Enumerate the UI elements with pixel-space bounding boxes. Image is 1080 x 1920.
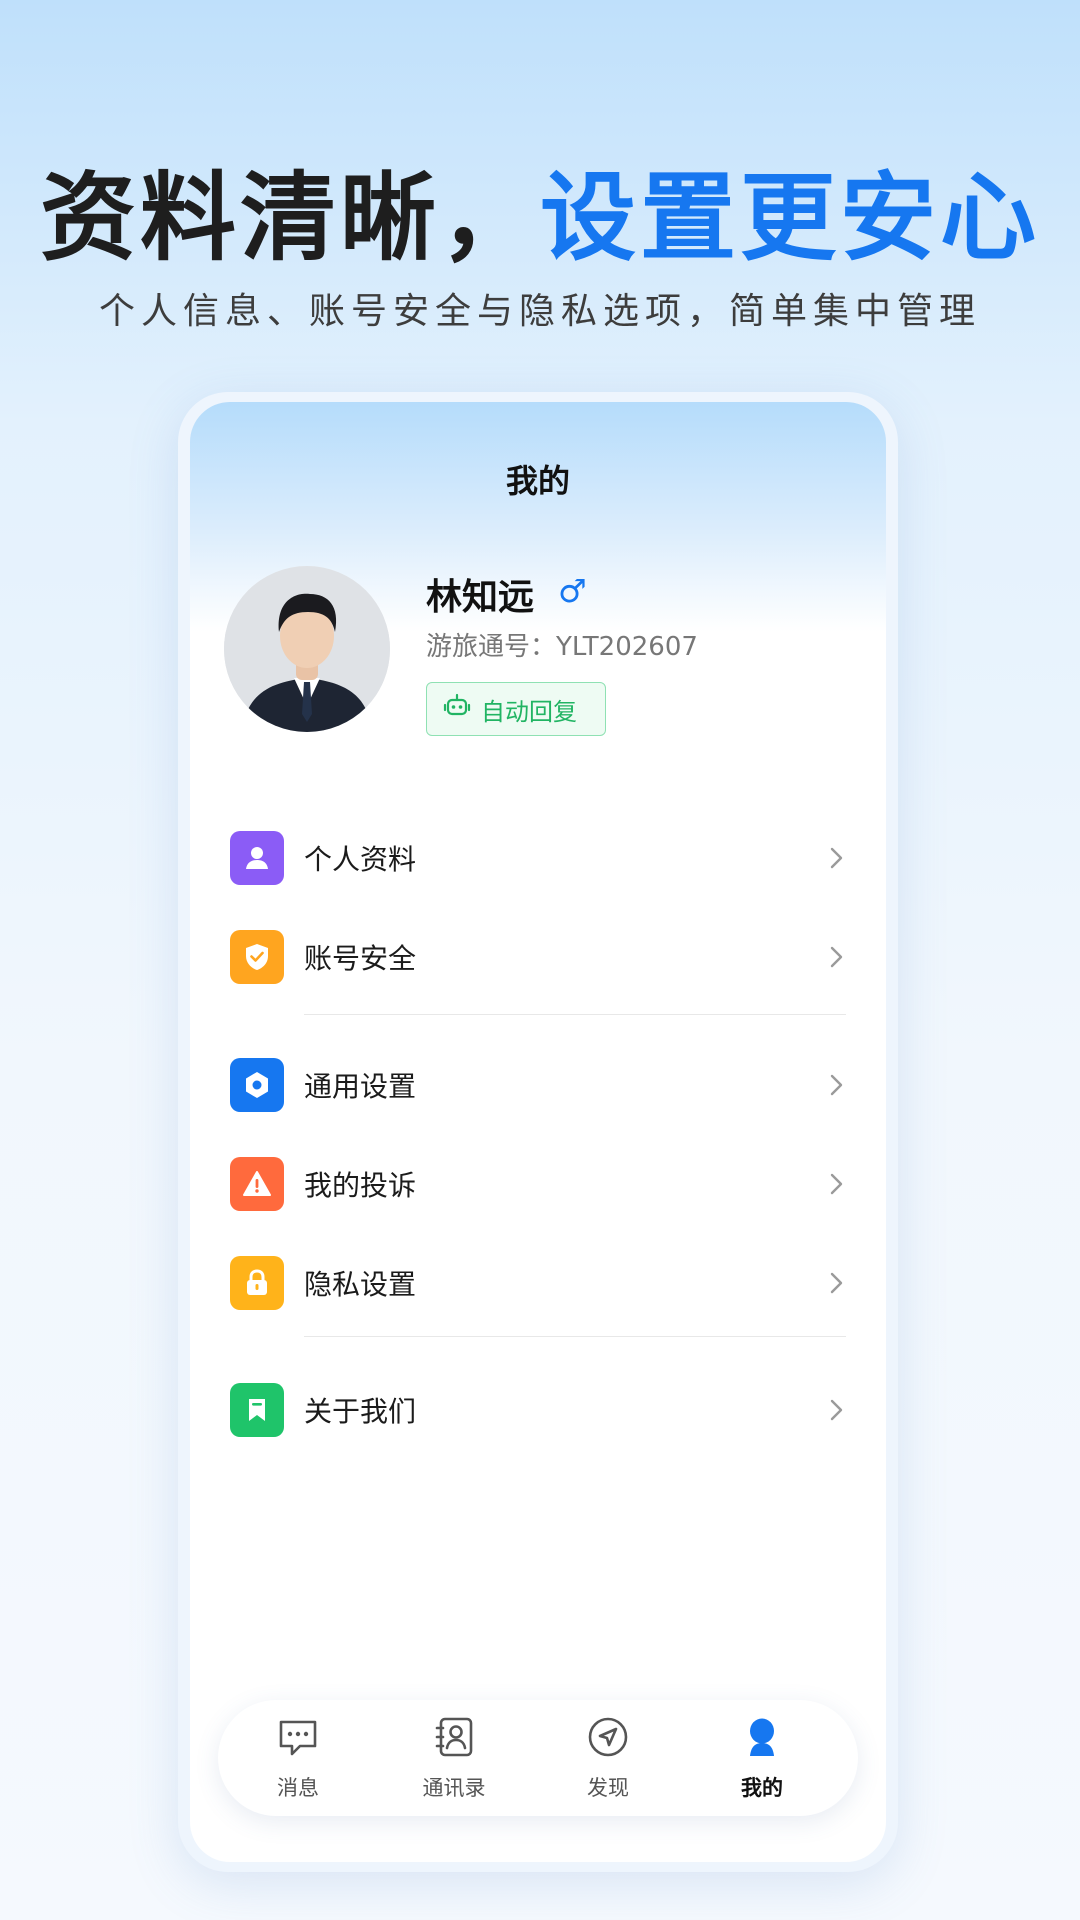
tab-messages[interactable]: 消息 [238,1714,358,1804]
tab-label: 我的 [741,1776,783,1800]
menu-item-label: 我的投诉 [304,1169,417,1202]
menu-item-label: 通用设置 [304,1070,417,1103]
hexagon-settings-icon [230,1058,284,1112]
menu-item-profile[interactable]: 个人资料 [230,818,846,898]
menu-divider [304,1014,846,1015]
profile-name: 林知远 [426,577,535,618]
avatar[interactable] [224,566,390,732]
shield-check-icon [230,930,284,984]
menu-item-account-security[interactable]: 账号安全 [230,917,846,997]
tab-label: 消息 [277,1776,319,1800]
profile-id: 游旅通号：YLT202607 [426,632,698,662]
chevron-right-icon [826,1270,846,1296]
person-filled-icon [739,1714,785,1764]
menu-item-label: 关于我们 [304,1395,417,1428]
contacts-icon [431,1714,477,1764]
menu-item-label: 账号安全 [304,942,417,975]
tab-discover[interactable]: 发现 [548,1714,668,1804]
page-title: 我的 [505,462,570,500]
chevron-right-icon [826,1397,846,1423]
bookmark-icon [230,1383,284,1437]
male-icon: ♂ [558,572,587,610]
tab-me[interactable]: 我的 [702,1714,822,1804]
menu-item-general-settings[interactable]: 通用设置 [230,1045,846,1125]
warning-icon [230,1157,284,1211]
person-icon [230,831,284,885]
tab-label: 发现 [587,1776,629,1800]
menu-item-label: 个人资料 [304,843,417,876]
hero-title: 资料清晰，设置更安心 [0,140,1080,279]
chevron-right-icon [826,944,846,970]
menu-item-privacy-settings[interactable]: 隐私设置 [230,1243,846,1323]
hero-title-accent: 设置更安心 [540,162,1040,274]
menu-item-my-complaints[interactable]: 我的投诉 [230,1144,846,1224]
avatar-image [224,566,390,732]
hero-subtitle: 个人信息、账号安全与隐私选项，简单集中管理 [98,291,981,332]
chevron-right-icon [826,845,846,871]
phone-frame: 我的 林知远 ♂ 游旅通号：YLT202607 自动回复 个人资料 账号安全 通… [178,392,898,1872]
compass-icon [585,1714,631,1764]
chat-bubble-icon [275,1714,321,1764]
menu-item-label: 隐私设置 [304,1268,417,1301]
phone-screen: 我的 林知远 ♂ 游旅通号：YLT202607 自动回复 个人资料 账号安全 通… [190,402,886,1862]
chevron-right-icon [826,1171,846,1197]
auto-reply-button[interactable]: 自动回复 [426,682,606,736]
auto-reply-label: 自动回复 [481,697,577,726]
robot-icon [443,692,471,726]
menu-divider [304,1336,846,1337]
hero-title-dark: 资料清晰， [40,162,540,274]
chevron-right-icon [826,1072,846,1098]
tab-contacts[interactable]: 通讯录 [394,1714,514,1804]
lock-icon [230,1256,284,1310]
menu-item-about-us[interactable]: 关于我们 [230,1370,846,1450]
bottom-tab-bar: 消息 通讯录 发现 我的 [218,1700,858,1816]
tab-label: 通讯录 [422,1776,486,1800]
